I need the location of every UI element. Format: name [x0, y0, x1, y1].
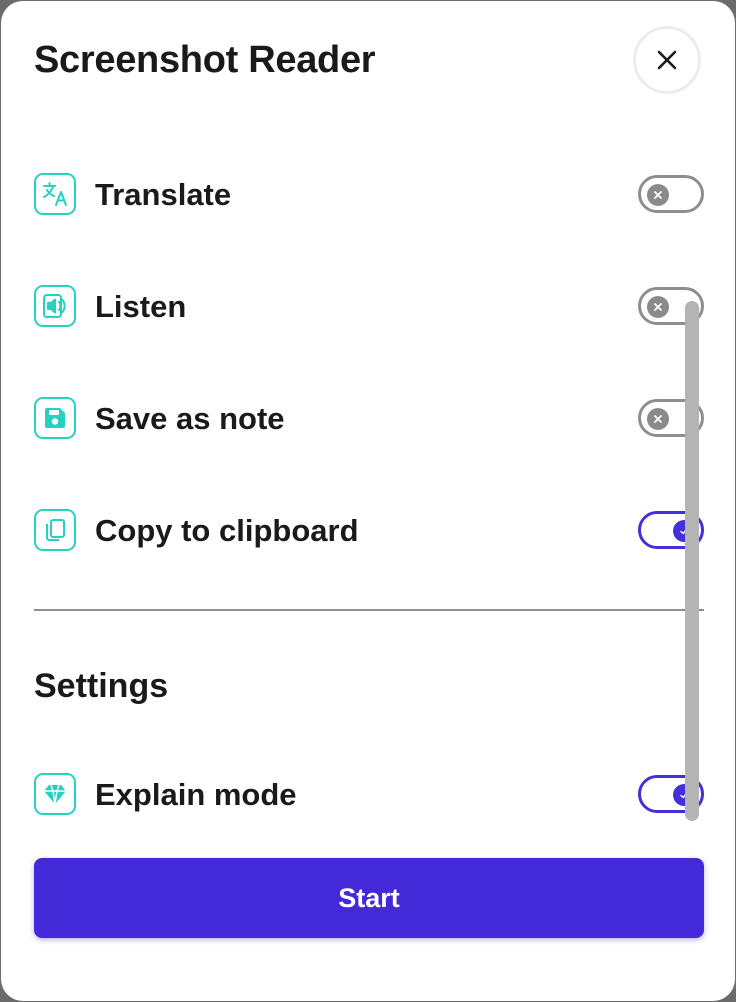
- translate-toggle[interactable]: [638, 175, 704, 213]
- close-icon: [657, 50, 677, 70]
- action-label: Save as note: [95, 401, 285, 436]
- copy-icon: [34, 509, 76, 551]
- scrollbar-thumb[interactable]: [685, 301, 699, 821]
- speaker-icon: [34, 285, 76, 327]
- screenshot-reader-panel: Screenshot Reader Translate Listen Save …: [1, 1, 735, 1001]
- section-divider: [34, 609, 704, 611]
- toggle-knob: [647, 184, 669, 206]
- action-row-listen: Listen: [34, 285, 704, 329]
- save-icon: [34, 397, 76, 439]
- setting-label: Explain mode: [95, 777, 297, 812]
- action-row-copy-clipboard: Copy to clipboard: [34, 509, 704, 553]
- action-label: Listen: [95, 289, 187, 324]
- settings-heading: Settings: [34, 667, 169, 705]
- action-label: Copy to clipboard: [95, 513, 359, 548]
- setting-row-explain-mode: Explain mode: [34, 773, 704, 817]
- translate-icon: [34, 173, 76, 215]
- action-label: Translate: [95, 177, 232, 212]
- start-button[interactable]: Start: [34, 858, 704, 938]
- toggle-knob: [647, 408, 669, 430]
- x-icon: [654, 415, 662, 423]
- x-icon: [654, 303, 662, 311]
- panel-title: Screenshot Reader: [34, 39, 376, 81]
- action-row-save-note: Save as note: [34, 397, 704, 441]
- x-icon: [654, 191, 662, 199]
- toggle-knob: [647, 296, 669, 318]
- action-row-translate: Translate: [34, 173, 704, 217]
- diamond-icon: [34, 773, 76, 815]
- close-button[interactable]: [633, 26, 701, 94]
